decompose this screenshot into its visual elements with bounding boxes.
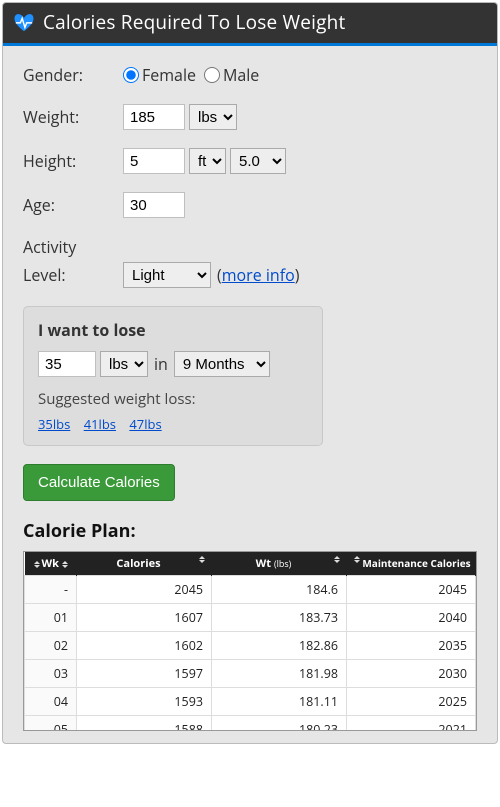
table-cell-wk: 03 xyxy=(25,660,77,688)
table-cell-cal: 1593 xyxy=(77,688,212,716)
height-major-input[interactable] xyxy=(123,148,185,174)
table-header-row: Wk Calories Wt (lbs) Maintenance Calorie… xyxy=(25,552,476,576)
table-cell-wk: 05 xyxy=(25,716,77,731)
table-cell-maint: 2025 xyxy=(347,688,476,716)
table-cell-maint: 2040 xyxy=(347,604,476,632)
table-row: 041593181.112025 xyxy=(25,688,476,716)
plan-table-scroll[interactable]: Wk Calories Wt (lbs) Maintenance Calorie… xyxy=(24,552,476,730)
height-row: Height: ft 5.0 xyxy=(23,148,477,174)
suggestion-link-2[interactable]: 47lbs xyxy=(129,415,161,433)
table-cell-wk: 01 xyxy=(25,604,77,632)
table-cell-wt: 181.11 xyxy=(212,688,347,716)
table-row: 021602182.862035 xyxy=(25,632,476,660)
activity-select[interactable]: Light xyxy=(123,262,211,288)
table-cell-wt: 181.98 xyxy=(212,660,347,688)
weight-row: Weight: lbs xyxy=(23,104,477,130)
table-row: 011607183.732040 xyxy=(25,604,476,632)
activity-row: Level: Light (more info) xyxy=(23,262,477,288)
lose-row: lbs in 9 Months xyxy=(38,351,308,377)
activity-label-line1: Activity xyxy=(23,236,477,258)
table-cell-wk: 02 xyxy=(25,632,77,660)
lose-duration-select[interactable]: 9 Months xyxy=(174,351,270,377)
panel-body: Gender: Female Male Weight: lbs Height: xyxy=(3,46,497,743)
lose-in-word: in xyxy=(154,353,168,375)
col-maintenance[interactable]: Maintenance Calories xyxy=(347,552,476,576)
suggested-links: 35lbs 41lbs 47lbs xyxy=(38,415,308,433)
table-cell-maint: 2045 xyxy=(347,576,476,604)
age-input[interactable] xyxy=(123,192,185,218)
table-cell-wt: 183.73 xyxy=(212,604,347,632)
table-row: -2045184.62045 xyxy=(25,576,476,604)
weight-unit-select[interactable]: lbs xyxy=(189,104,237,130)
table-cell-cal: 1607 xyxy=(77,604,212,632)
table-row: 051588180.232021 xyxy=(25,716,476,731)
col-calories[interactable]: Calories xyxy=(77,552,212,576)
suggestion-link-1[interactable]: 41lbs xyxy=(84,415,116,433)
lose-heading: I want to lose xyxy=(38,319,308,341)
weight-input[interactable] xyxy=(123,104,185,130)
more-info-wrap: (more info) xyxy=(217,264,299,286)
height-label: Height: xyxy=(23,150,123,172)
table-cell-wt: 182.86 xyxy=(212,632,347,660)
gender-female-label: Female xyxy=(142,64,196,86)
col-wk[interactable]: Wk xyxy=(25,552,77,576)
table-cell-wk: - xyxy=(25,576,77,604)
activity-label-line2: Level: xyxy=(23,264,123,286)
lose-box: I want to lose lbs in 9 Months Suggested… xyxy=(23,306,323,446)
table-cell-maint: 2030 xyxy=(347,660,476,688)
gender-male-radio[interactable] xyxy=(204,67,220,83)
gender-label: Gender: xyxy=(23,64,123,86)
table-cell-cal: 1588 xyxy=(77,716,212,731)
plan-title: Calorie Plan: xyxy=(23,519,477,543)
age-row: Age: xyxy=(23,192,477,218)
height-unit-select[interactable]: ft xyxy=(189,148,226,174)
gender-female-radio[interactable] xyxy=(123,67,139,83)
table-cell-wk: 04 xyxy=(25,688,77,716)
plan-table-wrap: Wk Calories Wt (lbs) Maintenance Calorie… xyxy=(23,551,477,731)
gender-row: Gender: Female Male xyxy=(23,64,477,86)
suggestion-link-0[interactable]: 35lbs xyxy=(38,415,70,433)
table-row: 031597181.982030 xyxy=(25,660,476,688)
weight-label: Weight: xyxy=(23,106,123,128)
table-cell-cal: 2045 xyxy=(77,576,212,604)
col-wt[interactable]: Wt (lbs) xyxy=(212,552,347,576)
calculate-button[interactable]: Calculate Calories xyxy=(23,464,175,501)
lose-unit-select[interactable]: lbs xyxy=(100,351,148,377)
table-cell-cal: 1597 xyxy=(77,660,212,688)
heartbeat-icon xyxy=(13,12,35,32)
table-cell-maint: 2035 xyxy=(347,632,476,660)
panel-title: Calories Required To Lose Weight xyxy=(43,9,345,35)
lose-amount-input[interactable] xyxy=(38,351,96,377)
age-label: Age: xyxy=(23,194,123,216)
plan-table: Wk Calories Wt (lbs) Maintenance Calorie… xyxy=(24,552,476,730)
height-minor-select[interactable]: 5.0 xyxy=(230,148,286,174)
more-info-link[interactable]: more info xyxy=(222,264,295,286)
table-cell-maint: 2021 xyxy=(347,716,476,731)
panel-header: Calories Required To Lose Weight xyxy=(3,3,497,46)
table-cell-wt: 184.6 xyxy=(212,576,347,604)
suggested-label: Suggested weight loss: xyxy=(38,389,308,409)
calorie-panel: Calories Required To Lose Weight Gender:… xyxy=(2,2,498,744)
table-cell-wt: 180.23 xyxy=(212,716,347,731)
gender-male-label: Male xyxy=(223,64,259,86)
table-cell-cal: 1602 xyxy=(77,632,212,660)
